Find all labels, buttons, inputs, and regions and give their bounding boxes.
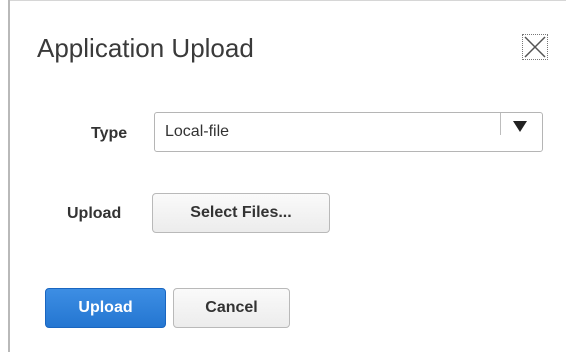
close-x-icon [524, 36, 546, 58]
application-upload-dialog: Application Upload Type Local-file Uploa… [0, 0, 566, 352]
upload-label: Upload [67, 205, 122, 222]
type-label: Type [91, 125, 128, 142]
close-button[interactable] [522, 34, 548, 60]
dialog-left-border [8, 0, 10, 352]
triangle-down-icon [513, 121, 527, 132]
select-files-button[interactable]: Select Files... [152, 193, 330, 233]
cancel-button[interactable]: Cancel [173, 288, 290, 328]
type-select[interactable]: Local-file [154, 112, 543, 152]
type-select-value: Local-file [165, 123, 230, 140]
dialog-title: Application Upload [37, 33, 254, 63]
dialog-top-border [8, 0, 566, 1]
upload-button[interactable]: Upload [45, 288, 166, 328]
select-divider [500, 113, 501, 135]
